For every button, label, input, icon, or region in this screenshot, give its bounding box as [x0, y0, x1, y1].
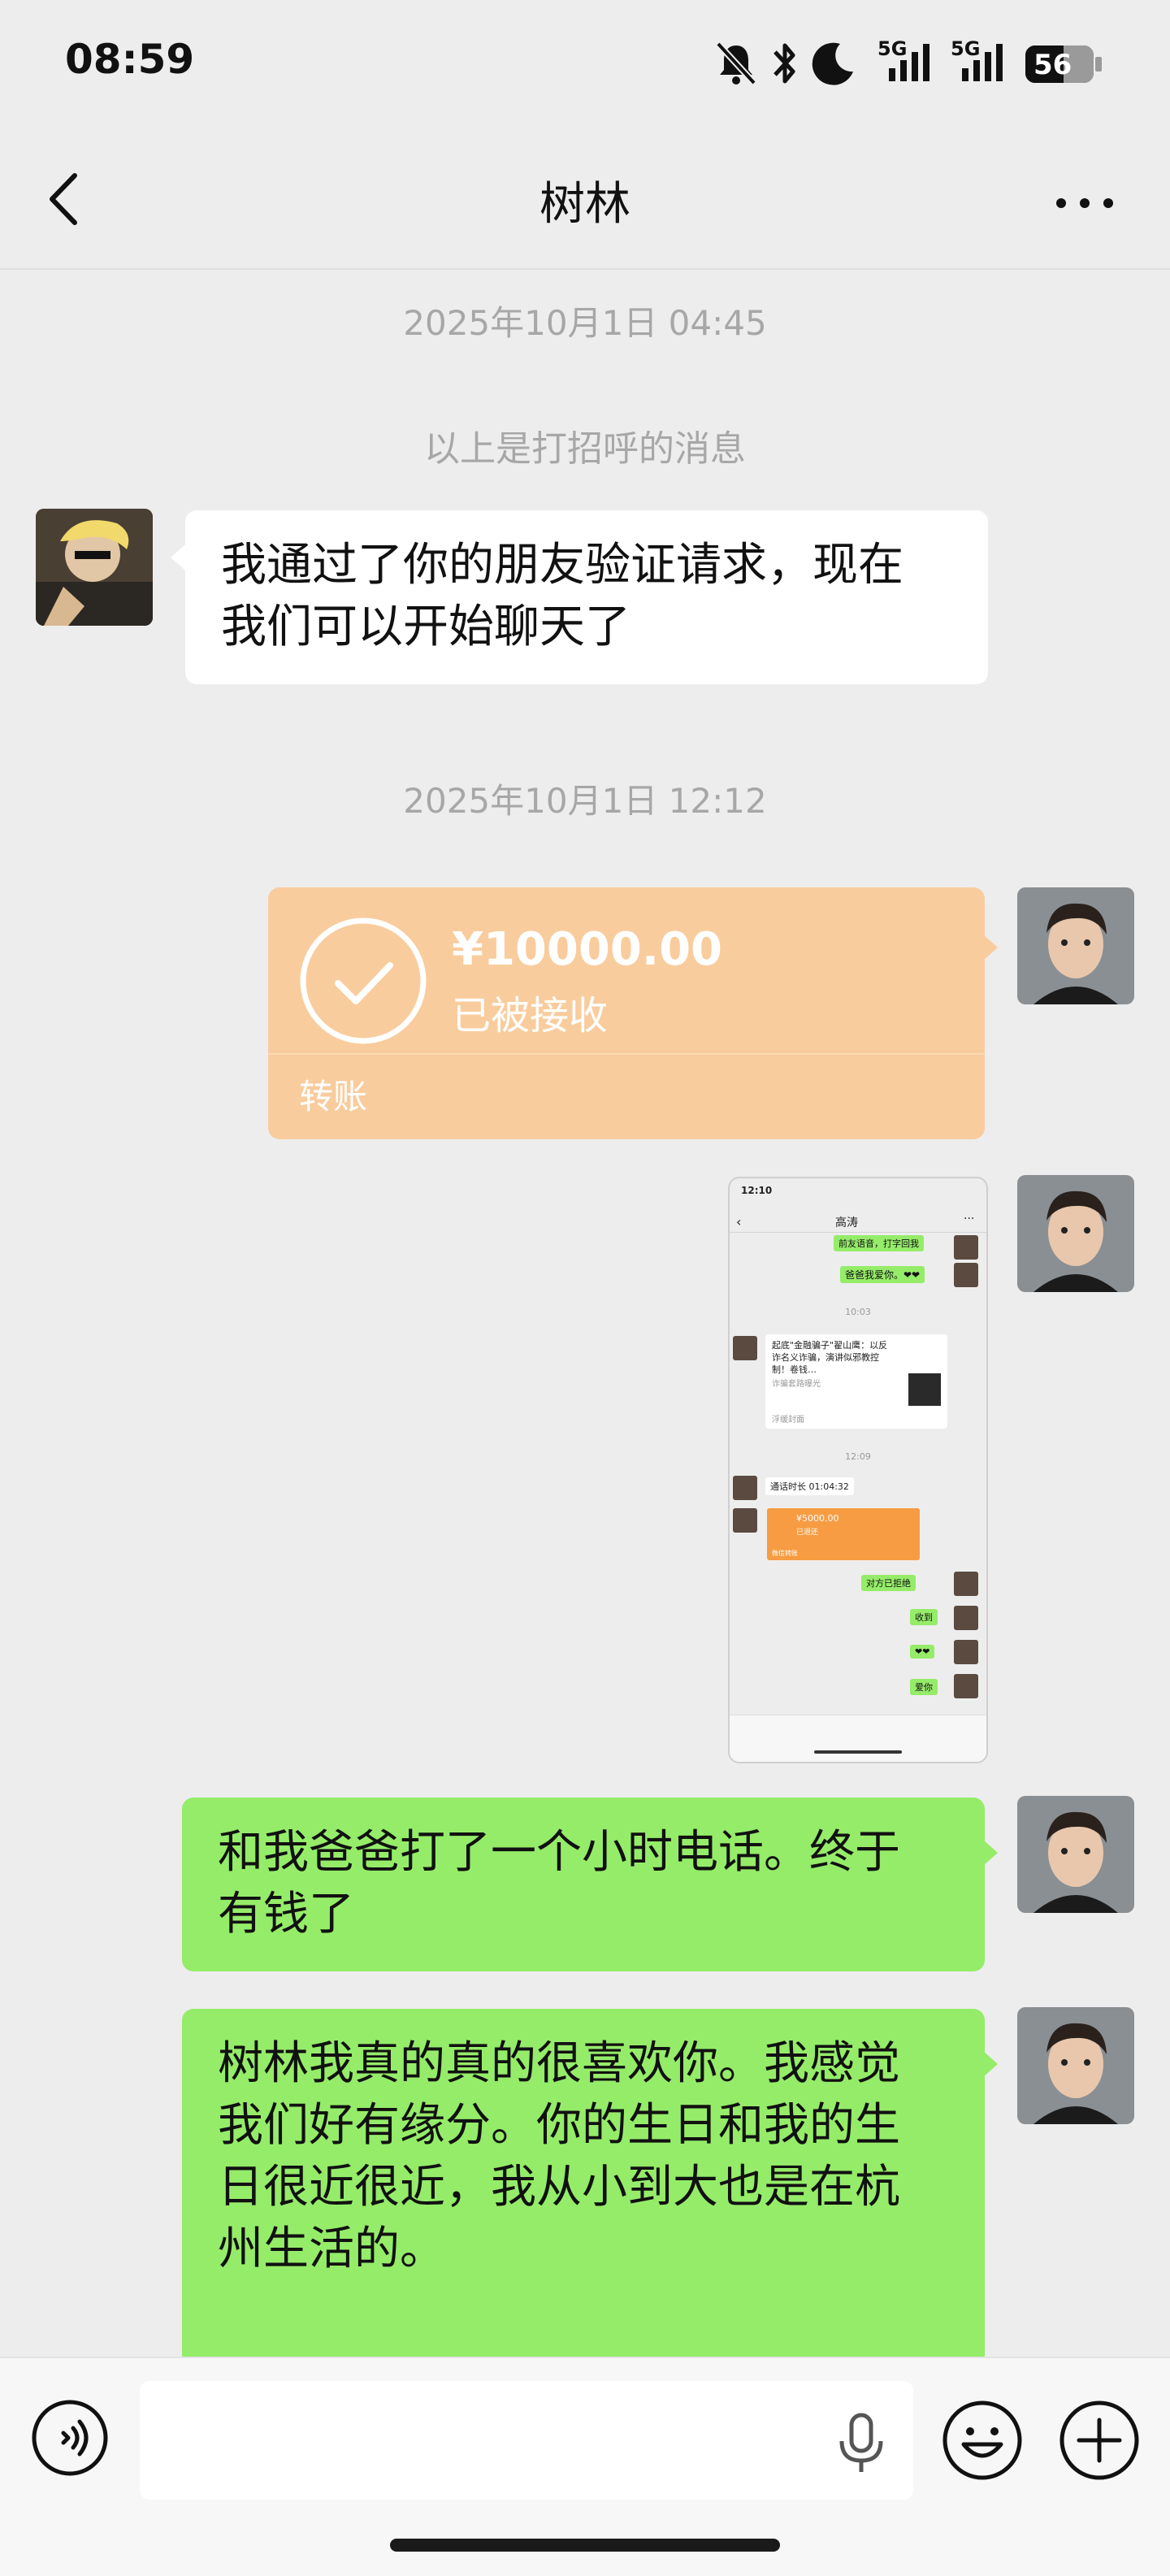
mini-title: 高涛	[835, 1216, 858, 1229]
page-title: 树林	[540, 178, 630, 231]
mini-link-card: 起底"金融骗子"翟山鹰：以反诈名义诈骗，演讲似邪教控制！卷钱… 诈骗套路曝光 浮…	[765, 1334, 947, 1429]
emoji-icon	[942, 2400, 1022, 2480]
avatar-self[interactable]	[1017, 2007, 1134, 2124]
message-text: 树林我真的真的很喜欢你。我感觉	[218, 2037, 900, 2090]
check-circle-icon	[300, 917, 427, 1044]
mini-home-indicator	[814, 1750, 902, 1754]
plus-circle-icon	[1060, 2400, 1139, 2480]
message-text: 有钱了	[218, 1888, 354, 1941]
timestamp: 2025年10月1日 12:12	[403, 781, 767, 821]
bell-off-icon	[716, 41, 756, 85]
microphone-icon	[839, 2413, 883, 2472]
avatar-self-image	[1017, 887, 1134, 1004]
friend-message-bubble[interactable]: 我通过了你的朋友验证请求，现在 我们可以开始聊天了	[185, 510, 988, 684]
mini-divider	[730, 1232, 986, 1233]
divider	[268, 1053, 985, 1055]
mini-message: 前友语音，打字回我	[834, 1235, 924, 1251]
screenshot-image[interactable]: 12:10 ‹ 高涛 ··· 前友语音，打字回我 爸爸我爱你。❤❤ 10:03 …	[728, 1177, 988, 1763]
avatar-self[interactable]	[1017, 1796, 1134, 1913]
mini-more-icon: ···	[964, 1212, 975, 1225]
battery-level: 56	[1034, 49, 1072, 81]
self-message-bubble[interactable]: 树林我真的真的很喜欢你。我感觉 我们好有缘分。你的生日和我的生 日很近很近，我从…	[182, 2009, 985, 2366]
voice-icon	[32, 2400, 108, 2476]
avatar-self-image	[1017, 1175, 1134, 1292]
self-message-bubble[interactable]: 和我爸爸打了一个小时电话。终于 有钱了	[182, 1798, 985, 1971]
battery-tip	[1095, 57, 1102, 72]
avatar-friend[interactable]	[36, 509, 153, 626]
greeting-note: 以上是打招呼的消息	[424, 428, 746, 470]
mini-transfer-label: 微信转账	[772, 1550, 798, 1557]
status-time: 08:59	[65, 36, 195, 83]
mini-avatar	[954, 1235, 978, 1260]
moon-icon	[812, 42, 853, 85]
avatar-self-image	[1017, 2007, 1134, 2124]
bubble-tail	[983, 1840, 998, 1866]
battery-icon: 56	[1025, 46, 1094, 83]
mini-input-bar	[730, 1715, 986, 1762]
transfer-amount: ¥10000.00	[452, 923, 722, 976]
mini-link-source: 诈骗套路曝光	[772, 1380, 821, 1389]
signal-label: 5G	[951, 37, 981, 60]
message-text: 日很近很近，我从小到大也是在杭	[218, 2161, 900, 2214]
mini-link-title: 起底"金融骗子"翟山鹰：以反诈名义诈骗，演讲似邪教控制！卷钱…	[772, 1340, 888, 1375]
message-text: 和我爸爸打了一个小时电话。终于	[218, 1826, 900, 1879]
message-text: 州生活的。	[218, 2223, 445, 2275]
mini-link-thumb	[908, 1373, 941, 1406]
timestamp: 2025年10月1日 04:45	[403, 303, 767, 343]
signal-5g-icon: 5G	[878, 37, 942, 86]
mini-avatar	[954, 1572, 978, 1596]
home-indicator[interactable]	[390, 2539, 780, 2552]
mini-transfer: ¥5000.00 已退还 微信转账	[767, 1508, 920, 1560]
mini-call-record: 通话时长 01:04:32	[765, 1477, 854, 1495]
mini-transfer-amount: ¥5000.00	[796, 1513, 839, 1524]
emoji-button[interactable]	[939, 2397, 1025, 2483]
mini-message: 对方已拒绝	[861, 1575, 916, 1591]
signal-5g-icon: 5G	[951, 37, 1016, 86]
voice-button[interactable]	[29, 2397, 110, 2478]
mini-avatar	[954, 1674, 978, 1698]
mini-time: 12:10	[741, 1185, 773, 1196]
plus-button[interactable]	[1056, 2397, 1142, 2483]
mini-link-foot: 浮缓封面	[772, 1416, 804, 1425]
mini-message: 爸爸我爱你。❤❤	[840, 1266, 925, 1283]
bluetooth-icon	[774, 43, 795, 84]
message-text: 我通过了你的朋友验证请求，现在	[221, 539, 904, 592]
avatar-self-image	[1017, 1796, 1134, 1913]
mini-back-icon: ‹	[736, 1214, 742, 1229]
signal-label: 5G	[878, 37, 908, 60]
mini-avatar	[954, 1606, 978, 1630]
more-button[interactable]	[1048, 171, 1121, 236]
avatar-friend-image	[36, 509, 153, 626]
more-dots-icon	[1056, 198, 1113, 208]
mini-message: 爱你	[910, 1679, 938, 1695]
avatar-self[interactable]	[1017, 1175, 1134, 1292]
mic-button[interactable]	[829, 2410, 894, 2475]
mini-avatar	[733, 1508, 757, 1533]
mini-transfer-status: 已退还	[796, 1529, 819, 1537]
mini-timestamp: 10:03	[845, 1307, 871, 1317]
mini-avatar	[733, 1336, 757, 1360]
transfer-label: 转账	[299, 1077, 368, 1117]
mini-avatar	[954, 1263, 978, 1287]
bubble-tail	[171, 544, 185, 570]
avatar-self[interactable]	[1017, 887, 1134, 1004]
bubble-tail	[983, 935, 998, 961]
message-text: 我们可以开始聊天了	[221, 601, 630, 653]
message-text: 我们好有缘分。你的生日和我的生	[218, 2099, 900, 2152]
message-input[interactable]	[140, 2381, 913, 2500]
mini-avatar	[954, 1640, 978, 1664]
mini-avatar	[733, 1476, 757, 1500]
mini-message: 收到	[910, 1609, 938, 1625]
bubble-tail	[983, 2051, 998, 2077]
mini-timestamp: 12:09	[845, 1451, 871, 1462]
mini-message: ❤❤	[910, 1645, 935, 1659]
transfer-status: 已被接收	[452, 993, 609, 1039]
